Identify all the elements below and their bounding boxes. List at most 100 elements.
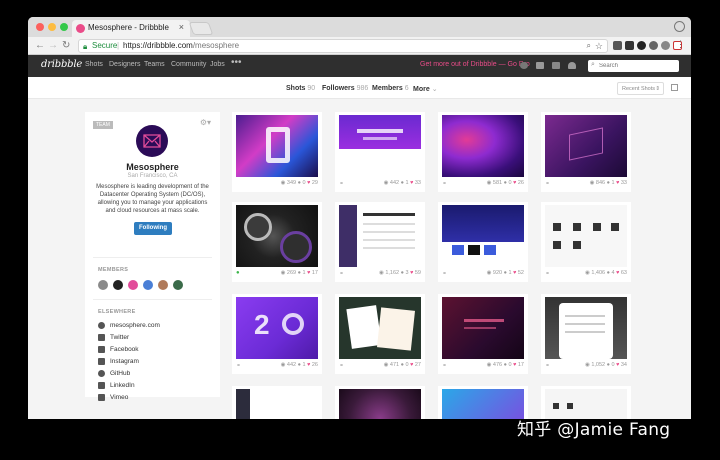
shot-views: 1,406 (591, 270, 606, 276)
shot-card[interactable]: ⚭ ◉ 920 ● 1 ♥ 52 (438, 202, 528, 282)
member-avatar[interactable] (128, 280, 138, 290)
activity-icon[interactable] (552, 62, 560, 69)
shot-card[interactable]: ● ◉ 269 ● 1 ♥ 17 (232, 202, 322, 282)
shot-comments: 3 (405, 270, 409, 276)
pocket-extension-icon[interactable] (613, 41, 622, 50)
shot-thumbnail[interactable] (545, 205, 627, 267)
shot-card[interactable] (335, 386, 425, 419)
link-label: Instagram (110, 358, 139, 365)
shot-thumbnail[interactable] (236, 205, 318, 267)
shot-thumbnail[interactable] (339, 297, 421, 359)
sort-select[interactable]: Recent Shots ⇕ (617, 82, 664, 95)
extension-2-icon[interactable] (649, 41, 658, 50)
tab-close-icon[interactable]: × (179, 22, 184, 32)
shot-card[interactable]: ⚭ ◉ 1,162 ● 3 ♥ 59 (335, 202, 425, 282)
shot-card[interactable]: ⚭ ◉ 846 ● 1 ♥ 33 (541, 112, 631, 192)
forward-arrow-icon[interactable]: → (48, 40, 58, 51)
nav-community[interactable]: Community (171, 61, 206, 68)
grid-view-icon[interactable] (671, 84, 678, 91)
shot-card[interactable]: 2 ⚭ ◉ 442 ● 1 ♥ 26 (232, 294, 322, 374)
following-button[interactable]: Following (134, 222, 172, 235)
link-vimeo[interactable]: Vimeo (98, 394, 208, 403)
shot-thumbnail[interactable] (442, 205, 524, 267)
buffer-extension-icon[interactable] (625, 41, 634, 50)
dribbble-logo[interactable]: dribbble (41, 59, 82, 70)
member-avatar[interactable] (158, 280, 168, 290)
shot-thumbnail[interactable] (545, 115, 627, 177)
shot-comments: 0 (508, 180, 512, 186)
shot-thumbnail[interactable] (339, 115, 421, 177)
tab-followers[interactable]: Followers 986 (322, 85, 368, 92)
tab-shots-label: Shots (286, 85, 306, 92)
shot-stats: ⚭ ◉ 846 ● 1 ♥ 33 (545, 180, 627, 187)
shot-card[interactable]: ⚭ ◉ 471 ● 0 ♥ 27 (335, 294, 425, 374)
messages-icon[interactable] (536, 62, 544, 69)
back-arrow-icon[interactable]: ← (35, 40, 45, 51)
close-window-button[interactable] (36, 23, 44, 31)
shot-card[interactable]: ⚭ ◉ 442 ● 1 ♥ 33 (335, 112, 425, 192)
gear-icon[interactable]: ⚙▾ (200, 118, 211, 127)
upload-cloud-icon[interactable] (568, 62, 576, 69)
browser-profile-icon[interactable] (674, 21, 685, 32)
member-avatar[interactable] (113, 280, 123, 290)
zoom-icon[interactable]: ⌕ (587, 40, 591, 52)
shot-thumbnail[interactable] (339, 205, 421, 267)
member-avatar[interactable] (98, 280, 108, 290)
shot-thumbnail[interactable] (236, 115, 318, 177)
nav-more-icon[interactable]: ••• (231, 57, 242, 68)
tab-shots[interactable]: Shots 90 (286, 85, 315, 92)
shot-views: 920 (492, 270, 503, 276)
shot-thumbnail[interactable] (236, 389, 318, 419)
search-input[interactable] (599, 61, 675, 71)
shot-thumbnail[interactable] (442, 297, 524, 359)
shot-card[interactable] (232, 386, 322, 419)
link-instagram[interactable]: Instagram (98, 358, 208, 367)
shot-thumbnail[interactable]: 2 (236, 297, 318, 359)
minimize-window-button[interactable] (48, 23, 56, 31)
link-facebook[interactable]: Facebook (98, 346, 208, 355)
member-avatar[interactable] (143, 280, 153, 290)
shot-thumbnail[interactable] (339, 389, 421, 419)
shot-views: 1,162 (385, 270, 400, 276)
team-avatar[interactable] (136, 125, 168, 157)
nav-jobs[interactable]: Jobs (210, 61, 225, 68)
link-github[interactable]: GitHub (98, 370, 208, 379)
member-avatar[interactable] (173, 280, 183, 290)
nav-shots[interactable]: Shots (85, 61, 103, 68)
shot-card[interactable]: ⚭ ◉ 1,406 ● 4 ♥ 63 (541, 202, 631, 282)
new-tab-button[interactable] (188, 22, 214, 35)
tab-members[interactable]: Members 6 (372, 85, 409, 92)
shot-card[interactable]: ⚭ ◉ 1,052 ● 0 ♥ 34 (541, 294, 631, 374)
browser-menu-icon[interactable]: ⋮ (676, 39, 685, 50)
nav-designers[interactable]: Designers (109, 61, 141, 68)
nav-teams[interactable]: Teams (144, 61, 165, 68)
go-pro-link[interactable]: Get more out of Dribbble — Go Pro (420, 61, 530, 68)
team-name[interactable]: Mesosphere (85, 162, 220, 172)
vimeo-icon (98, 394, 105, 401)
browser-tab[interactable]: Mesosphere - Dribbble × (72, 20, 190, 37)
shot-thumbnail[interactable] (442, 115, 524, 177)
extension-1-icon[interactable] (637, 41, 646, 50)
tab-members-count: 6 (404, 85, 409, 92)
shot-thumbnail[interactable] (442, 389, 524, 419)
maximize-window-button[interactable] (60, 23, 68, 31)
tab-more[interactable]: More ⌄ (413, 85, 438, 93)
shot-comments: 1 (302, 270, 306, 276)
shot-thumbnail[interactable] (545, 297, 627, 359)
link-website[interactable]: mesosphere.com (98, 322, 208, 331)
shot-card[interactable]: ◉ 349 ● 0 ♥ 29 (232, 112, 322, 192)
extension-3-icon[interactable] (661, 41, 670, 50)
shot-card[interactable]: ⚭ ◉ 581 ● 0 ♥ 26 (438, 112, 528, 192)
shot-card[interactable] (438, 386, 528, 419)
url-text: https://dribbble.com/mesosphere (123, 40, 239, 52)
user-avatar-icon[interactable] (520, 62, 528, 69)
link-linkedin[interactable]: LinkedIn (98, 382, 208, 391)
browser-toolbar: ← → ↻ 🔒︎ Secure | https://dribbble.com/m… (28, 37, 691, 55)
address-bar[interactable]: 🔒︎ Secure | https://dribbble.com/mesosph… (78, 39, 608, 53)
search-icon: ⌕ (591, 61, 595, 68)
reload-icon[interactable]: ↻ (62, 40, 70, 51)
instagram-icon (98, 358, 105, 365)
link-twitter[interactable]: Twitter (98, 334, 208, 343)
bookmark-star-icon[interactable]: ☆ (595, 40, 603, 52)
shot-card[interactable]: ⚭ ◉ 476 ● 0 ♥ 17 (438, 294, 528, 374)
